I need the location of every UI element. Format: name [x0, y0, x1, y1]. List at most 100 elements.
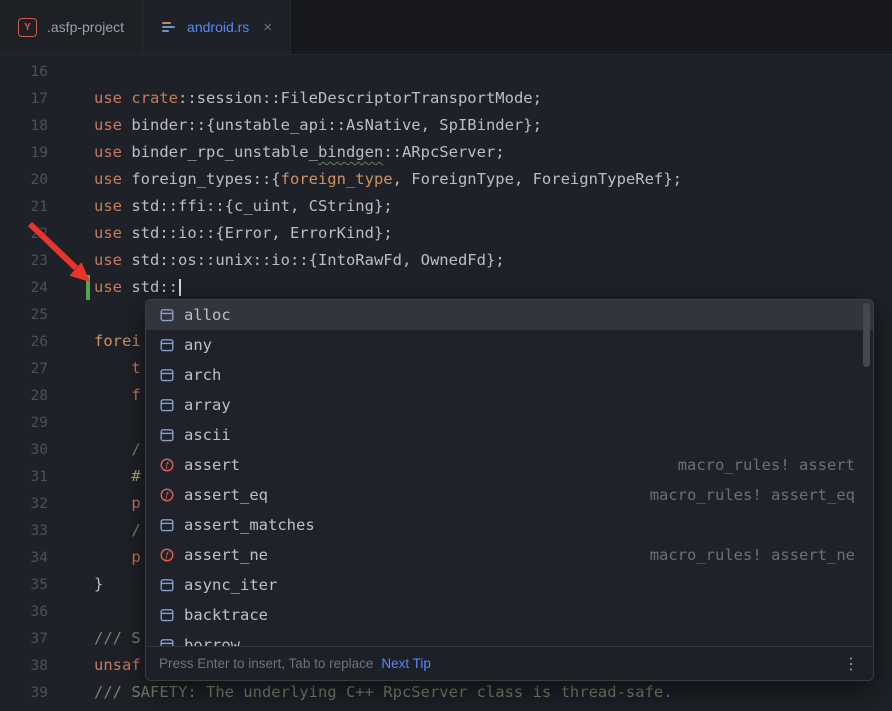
line-number[interactable]: 35 — [0, 572, 48, 599]
line-number[interactable]: 23 — [0, 248, 48, 275]
next-tip-link[interactable]: Next Tip — [381, 656, 431, 671]
module-icon — [159, 307, 175, 323]
macro-icon: f — [159, 487, 175, 503]
line-number[interactable]: 16 — [0, 59, 48, 86]
vcs-added-marker — [86, 275, 90, 300]
code-text: use foreign_types::{foreign_type, Foreig… — [94, 170, 682, 188]
completion-item[interactable]: f assert_eq macro_rules! assert_eq — [146, 480, 873, 510]
completion-item[interactable]: fassert macro_rules! assert — [146, 450, 873, 480]
completion-item[interactable]: borrow — [146, 630, 873, 646]
tab-asfp-project[interactable]: Y .asfp-project — [0, 0, 143, 54]
code-line[interactable]: 24 use std:: — [0, 274, 892, 301]
completion-label: alloc — [184, 306, 231, 324]
code-text: / — [94, 440, 141, 458]
completion-label: any — [184, 336, 212, 354]
code-line[interactable]: 23 use std::os::unix::io::{IntoRawFd, Own… — [0, 247, 892, 274]
project-y-icon: Y — [18, 18, 37, 37]
editor-tab-bar: Y .asfp-project android.rs × — [0, 0, 892, 55]
line-number[interactable]: 20 — [0, 167, 48, 194]
code-text: use std::os::unix::io::{IntoRawFd, Owned… — [94, 251, 505, 269]
code-line[interactable]: 22use std::io::{Error, ErrorKind}; — [0, 220, 892, 247]
code-line[interactable]: 18 use binder::{unstable_api::AsNative, S… — [0, 112, 892, 139]
text-caret — [179, 279, 181, 296]
module-icon — [159, 427, 175, 443]
code-text: use crate::session::FileDescriptorTransp… — [94, 89, 542, 107]
completion-label: assert_matches — [184, 516, 315, 534]
more-options-icon[interactable]: ⋮ — [843, 654, 859, 674]
line-number[interactable]: 18 — [0, 113, 48, 140]
completion-hint: macro_rules! assert_eq — [650, 486, 855, 504]
macro-icon: f — [159, 457, 175, 473]
popup-scrollbar-thumb[interactable] — [863, 303, 870, 367]
completion-label: assert — [184, 456, 240, 474]
code-line[interactable]: 16 — [0, 58, 892, 85]
code-text: /// S — [94, 629, 141, 647]
completion-item[interactable]: fassert_nemacro_rules! assert_ne — [146, 540, 873, 570]
macro-icon: f — [159, 547, 175, 563]
code-text: t — [94, 359, 141, 377]
completion-list: allocanyarcharrayasciifassertmacro_rules… — [146, 300, 873, 646]
line-number[interactable]: 21 — [0, 194, 48, 221]
code-text: /// SAFETY: The underlying C++ RpcServer… — [94, 683, 673, 701]
line-number[interactable]: 29 — [0, 410, 48, 437]
code-line[interactable]: 17 use crate::session::FileDescriptorTran… — [0, 85, 892, 112]
module-icon — [159, 367, 175, 383]
completion-item[interactable]: arch — [146, 360, 873, 390]
line-number[interactable]: 24 — [0, 275, 48, 302]
line-number[interactable]: 34 — [0, 545, 48, 572]
completion-item[interactable]: async_iter — [146, 570, 873, 600]
completion-item[interactable]: alloc — [146, 300, 873, 330]
code-text: } — [94, 575, 103, 593]
module-icon — [159, 637, 175, 646]
line-number[interactable]: 36 — [0, 599, 48, 626]
line-number[interactable]: 22 — [0, 221, 48, 248]
completion-footer: Press Enter to insert, Tab to replace Ne… — [146, 646, 873, 680]
completion-label: arch — [184, 366, 221, 384]
code-text: p — [94, 548, 141, 566]
line-number[interactable]: 17 — [0, 86, 48, 113]
line-number[interactable]: 19 — [0, 140, 48, 167]
completion-footer-hint: Press Enter to insert, Tab to replace — [159, 656, 373, 671]
code-text: use binder::{unstable_api::AsNative, SpI… — [94, 116, 542, 134]
line-number[interactable]: 38 — [0, 653, 48, 680]
code-text: use std:: — [94, 278, 181, 296]
completion-item[interactable]: backtrace — [146, 600, 873, 630]
line-number[interactable]: 31 — [0, 464, 48, 491]
completion-item[interactable]: any — [146, 330, 873, 360]
module-icon — [159, 517, 175, 533]
tab-android-rs[interactable]: android.rs × — [143, 0, 291, 54]
completion-label: borrow — [184, 636, 240, 646]
code-line[interactable]: 19use binder_rpc_unstable_bindgen::ARpcS… — [0, 139, 892, 166]
code-line[interactable]: 39 /// SAFETY: The underlying C++ RpcServ… — [0, 679, 892, 706]
close-icon[interactable]: × — [263, 20, 272, 35]
completion-hint: macro_rules! assert — [678, 456, 855, 474]
line-number[interactable]: 27 — [0, 356, 48, 383]
code-line[interactable]: 21use std::ffi::{c_uint, CString}; — [0, 193, 892, 220]
completion-label: assert_eq — [184, 486, 268, 504]
completion-item[interactable]: ascii — [146, 420, 873, 450]
line-number[interactable]: 28 — [0, 383, 48, 410]
code-text: unsaf — [94, 656, 141, 674]
completion-hint: macro_rules! assert_ne — [650, 546, 855, 564]
module-icon — [159, 607, 175, 623]
completion-item[interactable]: assert_matches — [146, 510, 873, 540]
completion-label: ascii — [184, 426, 231, 444]
completion-label: backtrace — [184, 606, 268, 624]
code-line[interactable]: 20 use foreign_types::{foreign_type, Fore… — [0, 166, 892, 193]
completion-popup: allocanyarcharrayasciifassertmacro_rules… — [145, 299, 874, 681]
line-number[interactable]: 33 — [0, 518, 48, 545]
line-number[interactable]: 39 — [0, 680, 48, 707]
completion-label: array — [184, 396, 231, 414]
completion-item[interactable]: array — [146, 390, 873, 420]
line-number[interactable]: 25 — [0, 302, 48, 329]
line-number[interactable]: 26 — [0, 329, 48, 356]
line-number[interactable]: 32 — [0, 491, 48, 518]
completion-label: async_iter — [184, 576, 277, 594]
code-text: # — [94, 467, 141, 485]
line-number[interactable]: 30 — [0, 437, 48, 464]
rust-file-icon — [161, 19, 177, 35]
module-icon — [159, 577, 175, 593]
module-icon — [159, 337, 175, 353]
tab-label-android-rs: android.rs — [187, 19, 249, 35]
line-number[interactable]: 37 — [0, 626, 48, 653]
